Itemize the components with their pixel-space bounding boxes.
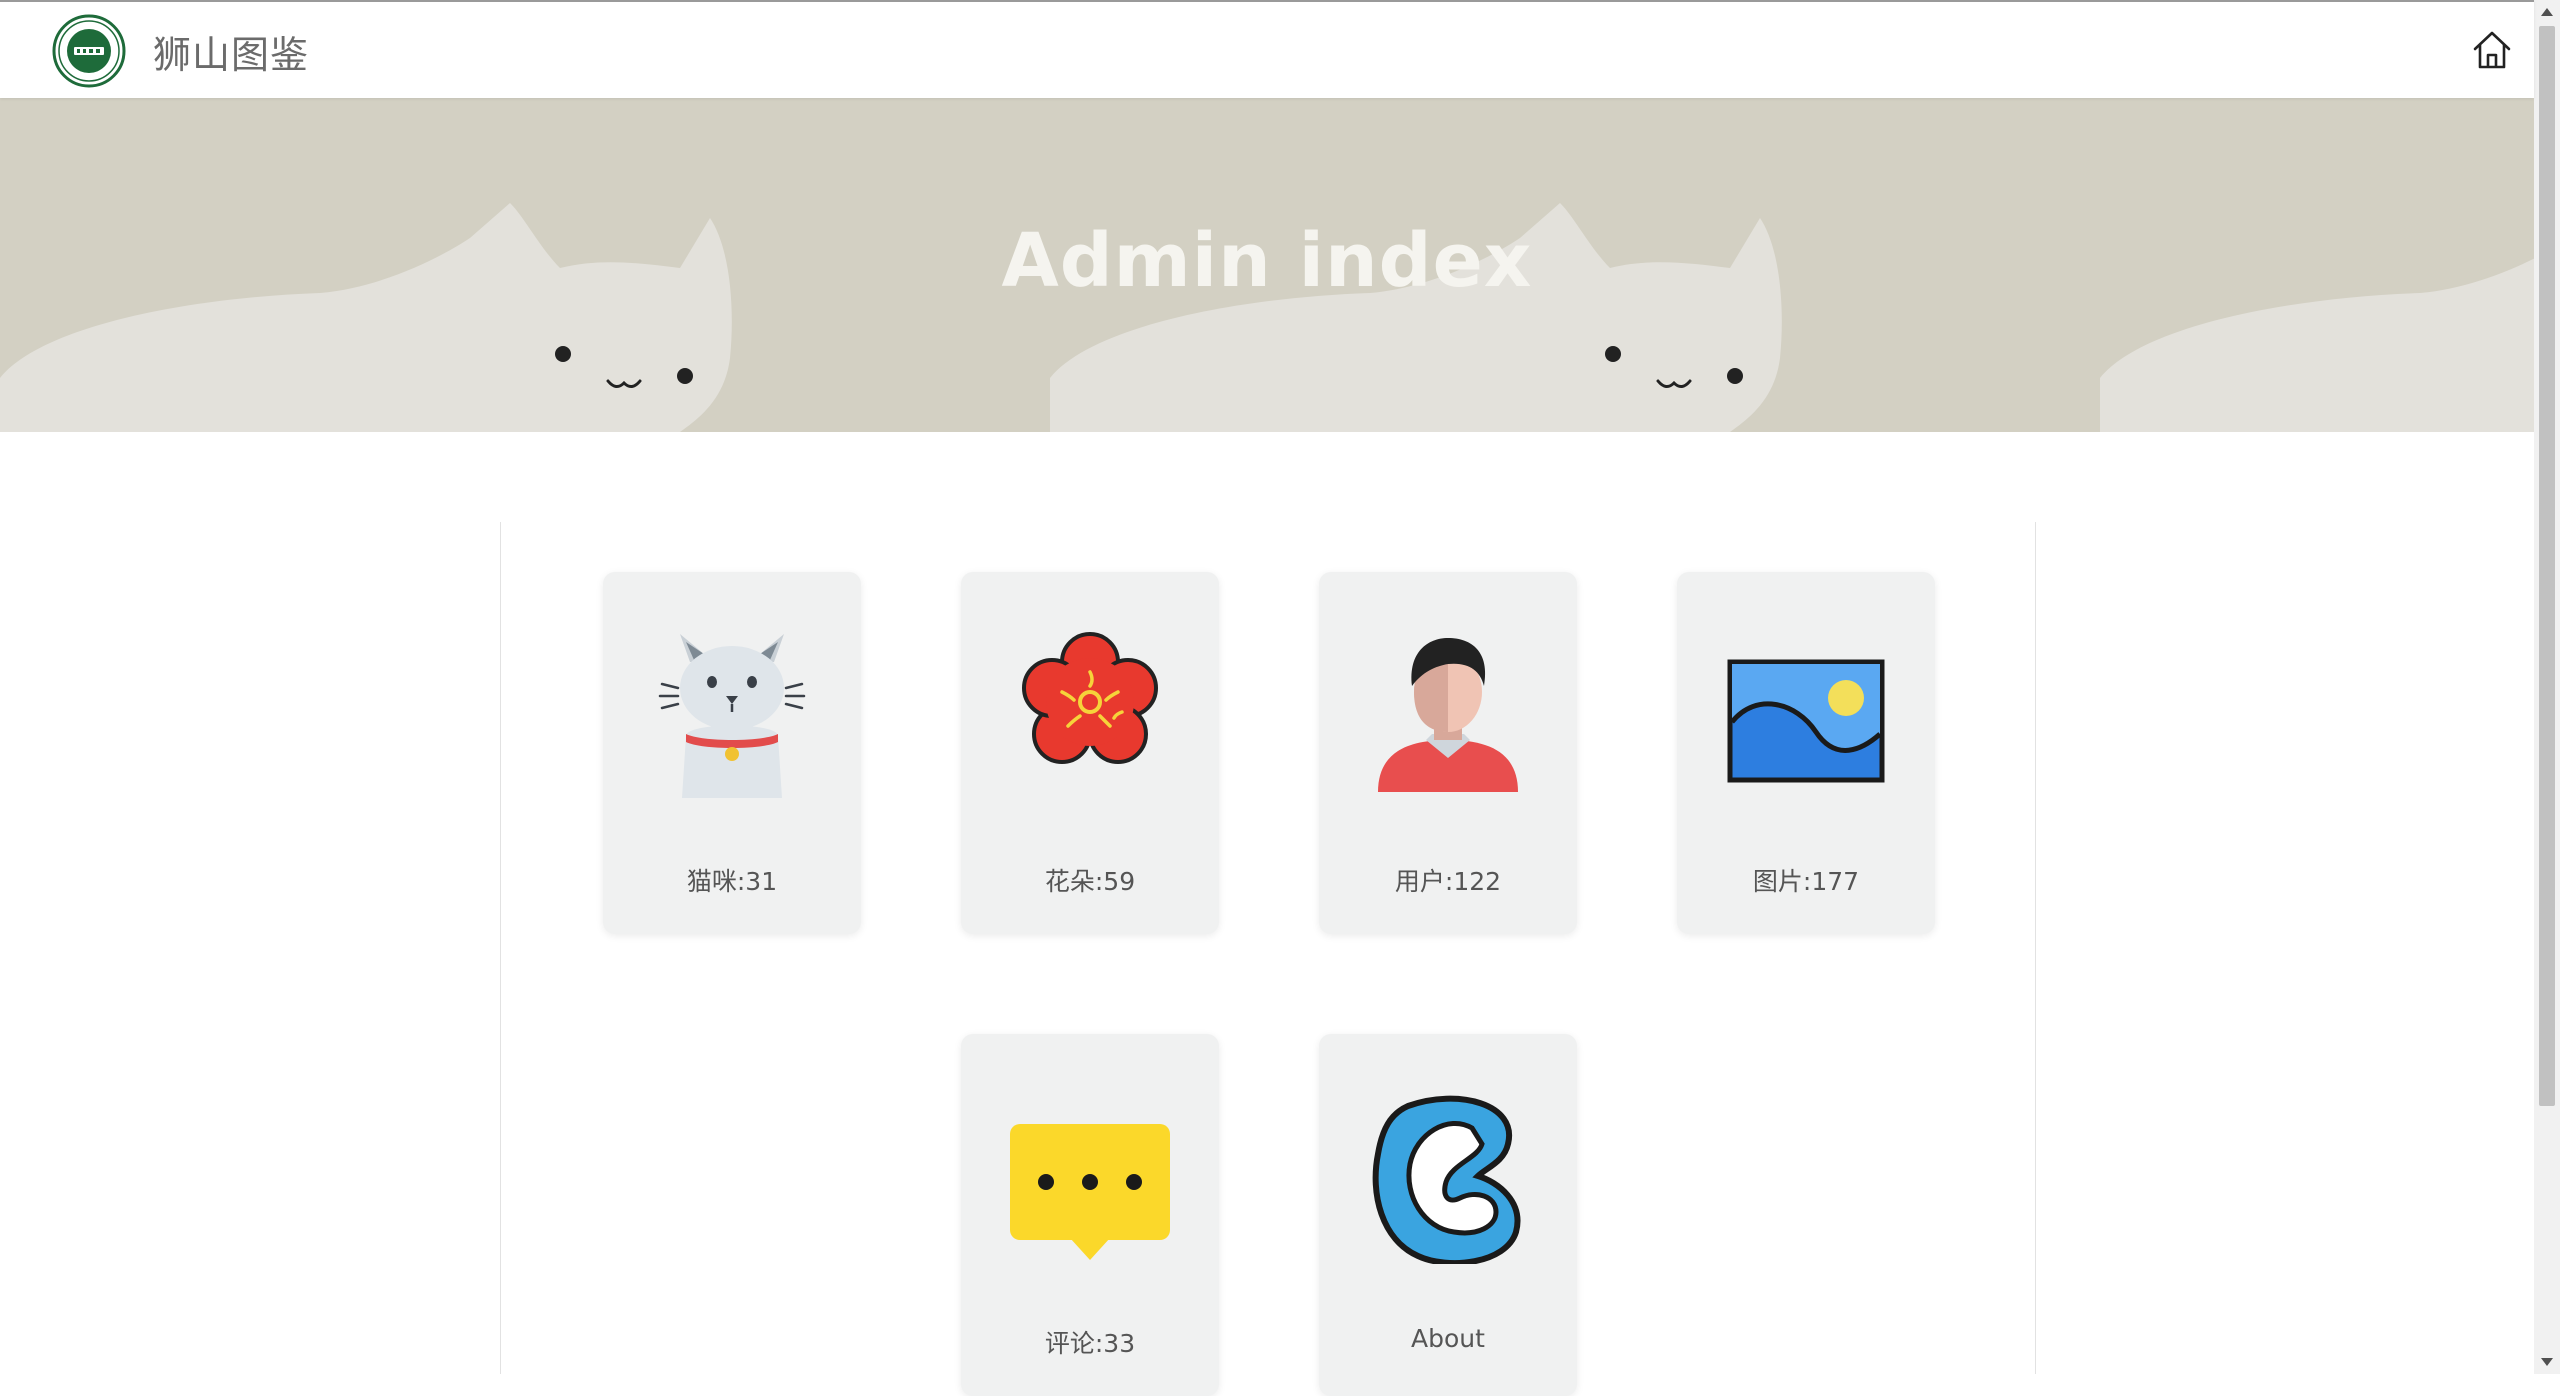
scroll-thumb[interactable]: [2539, 26, 2555, 1106]
card-label: 猫咪:31: [686, 867, 778, 896]
card-images[interactable]: 图片:177: [1677, 572, 1935, 934]
about-logo-icon: [1372, 1095, 1521, 1264]
card-users[interactable]: 用户:122: [1319, 572, 1577, 934]
cat-icon: [658, 634, 806, 798]
card-label: About: [1411, 1324, 1485, 1353]
page-title: Admin index: [1001, 218, 1533, 304]
card-comments[interactable]: 评论:33: [961, 1034, 1219, 1396]
home-icon[interactable]: [2470, 28, 2514, 72]
scroll-up-arrow-icon[interactable]: [2541, 8, 2553, 16]
top-navbar: 狮山图鉴: [0, 0, 2534, 98]
dashboard-panel: 猫咪:31 花朵:59 用户:122 图片:177 评论:33 About: [500, 522, 2036, 1396]
vertical-scrollbar[interactable]: [2534, 0, 2560, 1374]
flower-icon: [1022, 632, 1158, 764]
hero-banner: Admin index: [0, 98, 2534, 432]
card-label: 花朵:59: [1044, 867, 1136, 896]
site-title[interactable]: 狮山图鉴: [153, 24, 309, 79]
scroll-down-arrow-icon[interactable]: [2541, 1358, 2553, 1366]
card-label: 图片:177: [1752, 867, 1860, 896]
comment-icon: [1010, 1124, 1170, 1260]
card-about[interactable]: About: [1319, 1034, 1577, 1396]
card-flowers[interactable]: 花朵:59: [961, 572, 1219, 934]
image-icon: [1727, 659, 1885, 783]
user-icon: [1378, 638, 1518, 792]
card-cats[interactable]: 猫咪:31: [603, 572, 861, 934]
card-label: 用户:122: [1394, 867, 1502, 896]
card-label: 评论:33: [1044, 1329, 1136, 1358]
site-logo-icon[interactable]: [52, 14, 126, 88]
